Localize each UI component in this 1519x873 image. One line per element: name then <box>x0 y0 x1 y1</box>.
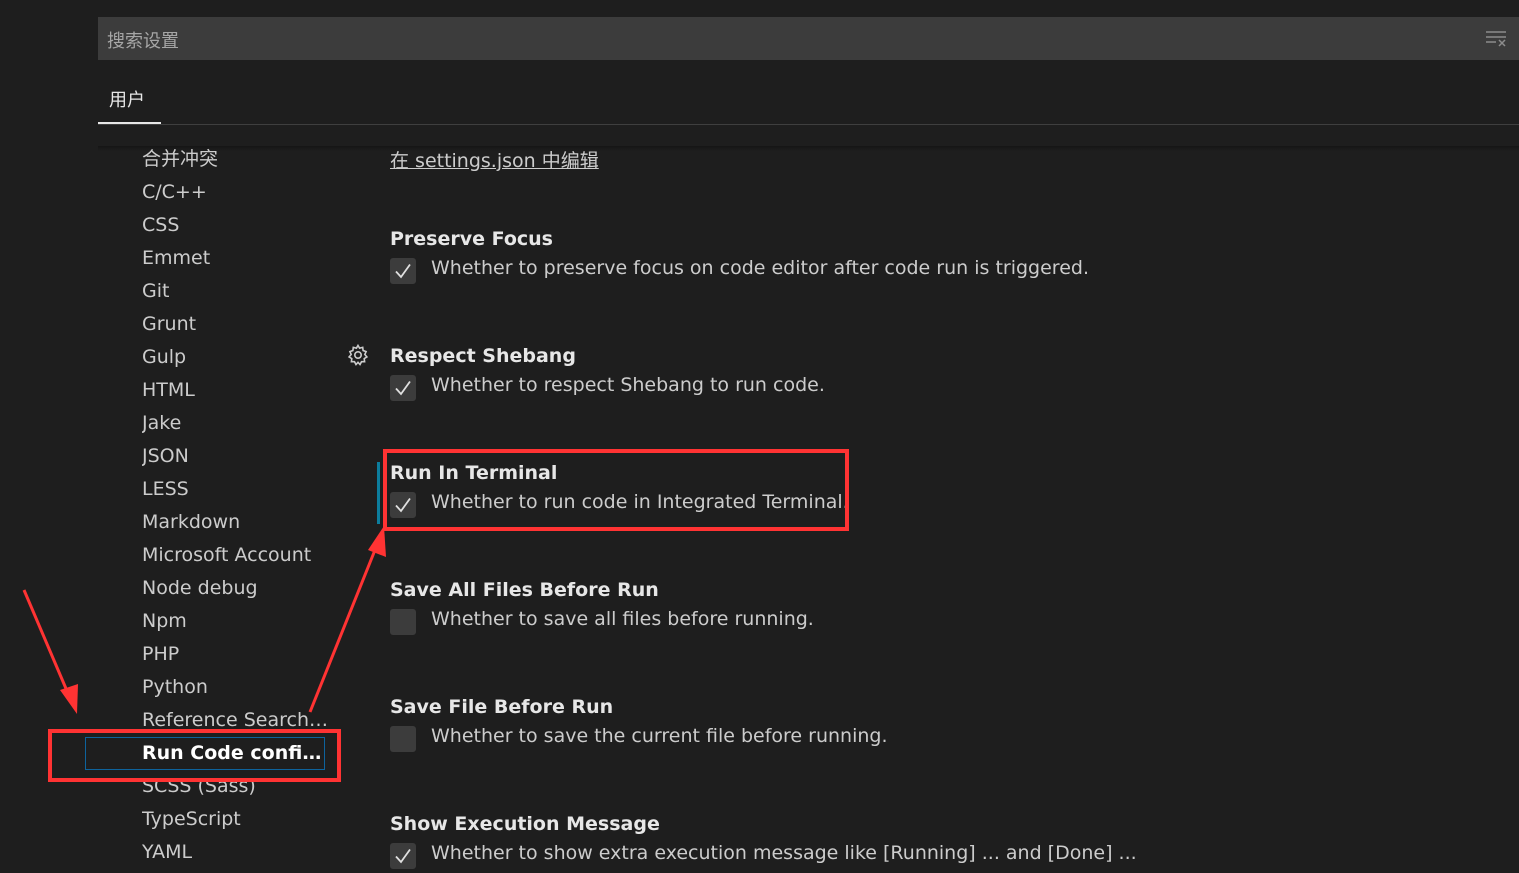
annotation-box-run-code-toc <box>48 729 341 782</box>
setting-description: Whether to save the current file before … <box>431 725 888 747</box>
toc-item[interactable]: 合并冲突 <box>142 143 332 176</box>
toc-item[interactable]: LESS <box>142 473 332 506</box>
setting-checkbox[interactable] <box>390 258 416 284</box>
toc-item[interactable]: Emmet <box>142 242 332 275</box>
annotation-box-run-in-terminal <box>383 449 849 531</box>
setting-item: Preserve Focus Whether to preserve focus … <box>390 224 1490 288</box>
setting-item: Respect Shebang Whether to respect Sheban… <box>390 341 1490 405</box>
setting-description: Whether to show extra execution message … <box>431 842 1137 864</box>
setting-row: Whether to show extra execution message … <box>390 839 1490 873</box>
setting-title: Save File Before Run <box>390 696 614 718</box>
setting-title: Show Execution Message <box>390 813 660 835</box>
setting-checkbox[interactable] <box>390 375 416 401</box>
gear-icon[interactable] <box>346 343 370 367</box>
setting-checkbox[interactable] <box>390 843 416 869</box>
setting-description: Whether to save all files before running… <box>431 608 814 630</box>
toc-item[interactable]: Npm <box>142 605 332 638</box>
toc-item[interactable]: PHP <box>142 638 332 671</box>
setting-title: Respect Shebang <box>390 345 576 367</box>
search-placeholder: 搜索设置 <box>107 31 179 52</box>
setting-row: Whether to save the current file before … <box>390 722 1490 756</box>
setting-row: Whether to preserve focus on code editor… <box>390 254 1490 288</box>
check-icon <box>395 380 411 396</box>
setting-description: Whether to preserve focus on code editor… <box>431 257 1089 279</box>
toc-item[interactable]: Microsoft Account <box>142 539 332 572</box>
check-icon <box>395 263 411 279</box>
toc-item[interactable]: YAML <box>142 836 332 869</box>
toc-item[interactable]: JSON <box>142 440 332 473</box>
toc-item[interactable]: Python <box>142 671 332 704</box>
toc-item[interactable]: C/C++ <box>142 176 332 209</box>
tab-user[interactable]: 用户 <box>98 86 161 124</box>
modified-indicator <box>377 462 380 524</box>
toc-item[interactable]: Grunt <box>142 308 332 341</box>
toc-item[interactable]: TypeScript <box>142 803 332 836</box>
toc-item[interactable]: Node debug <box>142 572 332 605</box>
toc-item[interactable]: Git <box>142 275 332 308</box>
setting-item: Save All Files Before Run Whether to save… <box>390 575 1490 639</box>
toc-item[interactable]: HTML <box>142 374 332 407</box>
toc-item[interactable]: CSS <box>142 209 332 242</box>
setting-description: Whether to respect Shebang to run code. <box>431 374 825 396</box>
toc-item[interactable]: Markdown <box>142 506 332 539</box>
check-icon <box>395 848 411 864</box>
setting-checkbox[interactable] <box>390 609 416 635</box>
search-settings-input[interactable]: 搜索设置 <box>98 17 1519 60</box>
setting-title: Save All Files Before Run <box>390 579 659 601</box>
edit-in-settings-json-link[interactable]: 在 settings.json 中编辑 <box>390 146 599 173</box>
setting-title: Preserve Focus <box>390 228 553 250</box>
settings-scope-tabs: 用户 <box>98 62 1519 125</box>
setting-item: Save File Before Run Whether to save the … <box>390 692 1490 756</box>
setting-row: Whether to respect Shebang to run code. <box>390 371 1490 405</box>
setting-checkbox[interactable] <box>390 726 416 752</box>
setting-item: Show Execution Message Whether to show ex… <box>390 809 1490 873</box>
toc-item[interactable]: Jake <box>142 407 332 440</box>
clear-filter-icon[interactable] <box>1485 29 1507 47</box>
toc-item[interactable]: Gulp <box>142 341 332 374</box>
setting-row: Whether to save all files before running… <box>390 605 1490 639</box>
